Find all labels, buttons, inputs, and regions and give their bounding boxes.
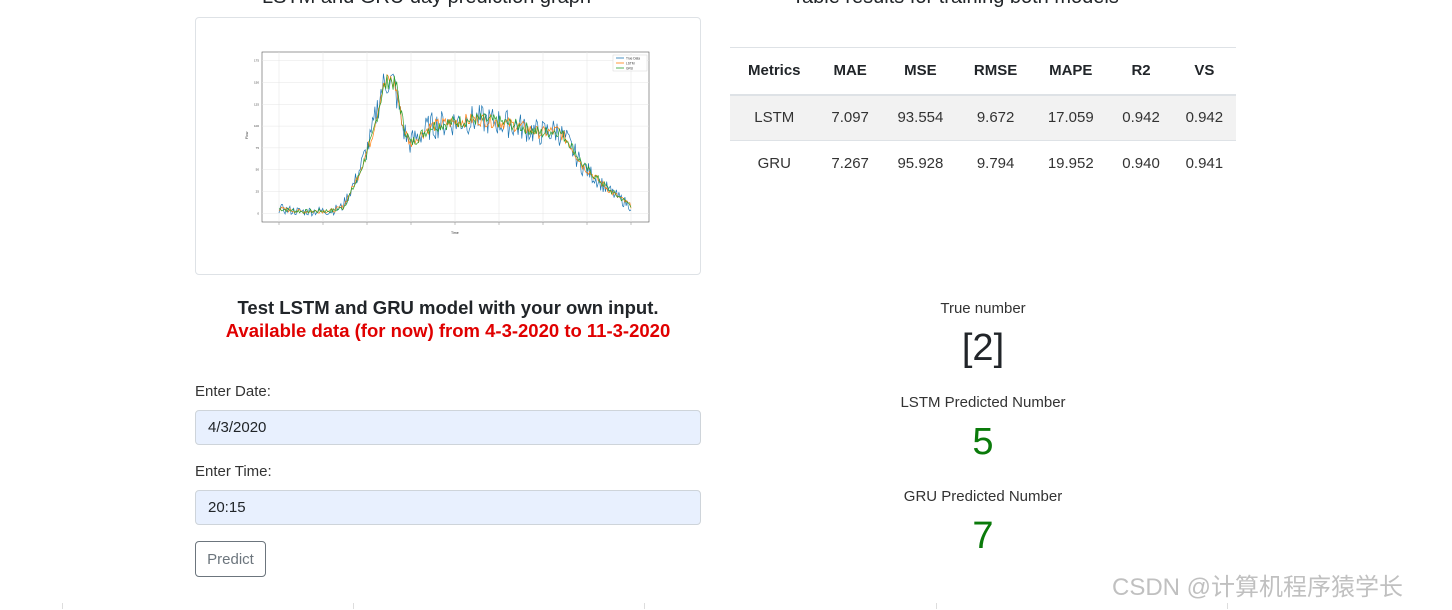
gru-predicted-label: GRU Predicted Number xyxy=(903,488,1063,505)
y-tick-labels: 0 25 50 75 100 125 150 175 xyxy=(254,59,259,216)
lstm-predicted-label: LSTM Predicted Number xyxy=(900,394,1066,411)
cell-vs: 0.941 xyxy=(1172,140,1236,187)
date-input[interactable] xyxy=(195,410,701,445)
cell-mae: 7.097 xyxy=(818,94,882,141)
time-label: Enter Time: xyxy=(195,463,272,480)
col-rmse: RMSE xyxy=(959,47,1033,96)
available-data-notice: Available data (for now) from 4-3-2020 t… xyxy=(225,320,671,341)
y-tick-label: 0 xyxy=(257,211,259,215)
cell-mape: 17.059 xyxy=(1032,94,1110,141)
true-number-value: [2] xyxy=(961,327,1005,369)
table-heading: Table results for training both models xyxy=(792,0,1119,9)
y-tick-label: 125 xyxy=(254,102,259,106)
legend-true: True Data xyxy=(626,57,640,61)
y-tick-label: 175 xyxy=(254,59,259,63)
date-label: Enter Date: xyxy=(195,383,271,400)
cell-model: GRU xyxy=(730,140,819,187)
prediction-graph-card: 0 25 50 75 100 125 150 175 True Data LSTM GRU F… xyxy=(195,17,701,275)
x-axis-label: Time xyxy=(451,231,459,235)
x-tick-labels xyxy=(278,222,632,225)
y-tick-label: 100 xyxy=(254,124,259,128)
col-vs: VS xyxy=(1172,47,1236,96)
prediction-graph: 0 25 50 75 100 125 150 175 True Data LSTM GRU F… xyxy=(245,51,650,235)
y-axis-label: Flow xyxy=(245,131,249,139)
table-row-lstm: LSTM 7.097 93.554 9.672 17.059 0.942 0.9… xyxy=(730,94,1236,141)
col-r2: R2 xyxy=(1109,47,1173,96)
y-tick-label: 25 xyxy=(256,189,260,193)
cell-rmse: 9.794 xyxy=(959,140,1033,187)
lstm-predicted-value: 5 xyxy=(972,421,994,463)
legend-lstm: LSTM xyxy=(626,62,635,66)
cell-mse: 93.554 xyxy=(881,94,960,141)
cell-vs: 0.942 xyxy=(1172,94,1236,141)
watermark: CSDN @计算机程序猿学长 xyxy=(1112,574,1404,601)
cell-mse: 95.928 xyxy=(881,140,960,187)
y-tick-label: 150 xyxy=(254,81,259,85)
plot-area xyxy=(261,51,650,223)
graph-heading: LSTM and GRU day prediction graph xyxy=(262,0,591,9)
true-number-label: True number xyxy=(940,300,1026,317)
cell-r2: 0.942 xyxy=(1109,94,1173,141)
test-form-title: Test LSTM and GRU model with your own in… xyxy=(237,297,659,318)
cell-rmse: 9.672 xyxy=(959,94,1033,141)
table-header-row: Metrics MAE MSE RMSE MAPE R2 VS xyxy=(730,47,1236,96)
cell-mape: 19.952 xyxy=(1032,140,1110,187)
col-mape: MAPE xyxy=(1032,47,1110,96)
time-input[interactable] xyxy=(195,490,701,525)
predict-button[interactable]: Predict xyxy=(195,541,266,577)
y-tick-label: 75 xyxy=(256,146,260,150)
cell-mae: 7.267 xyxy=(818,140,882,187)
legend: True Data LSTM GRU xyxy=(612,54,648,72)
cell-model: LSTM xyxy=(730,94,819,141)
y-tick-label: 50 xyxy=(256,168,260,172)
cell-r2: 0.940 xyxy=(1109,140,1173,187)
legend-gru: GRU xyxy=(626,67,634,71)
col-metrics: Metrics xyxy=(730,47,819,96)
table-row-gru: GRU 7.267 95.928 9.794 19.952 0.940 0.94… xyxy=(730,140,1236,187)
col-mae: MAE xyxy=(818,47,882,96)
col-mse: MSE xyxy=(881,47,960,96)
metrics-table: Metrics MAE MSE RMSE MAPE R2 VS LSTM 7.0… xyxy=(730,47,1236,187)
gru-predicted-value: 7 xyxy=(972,515,994,557)
